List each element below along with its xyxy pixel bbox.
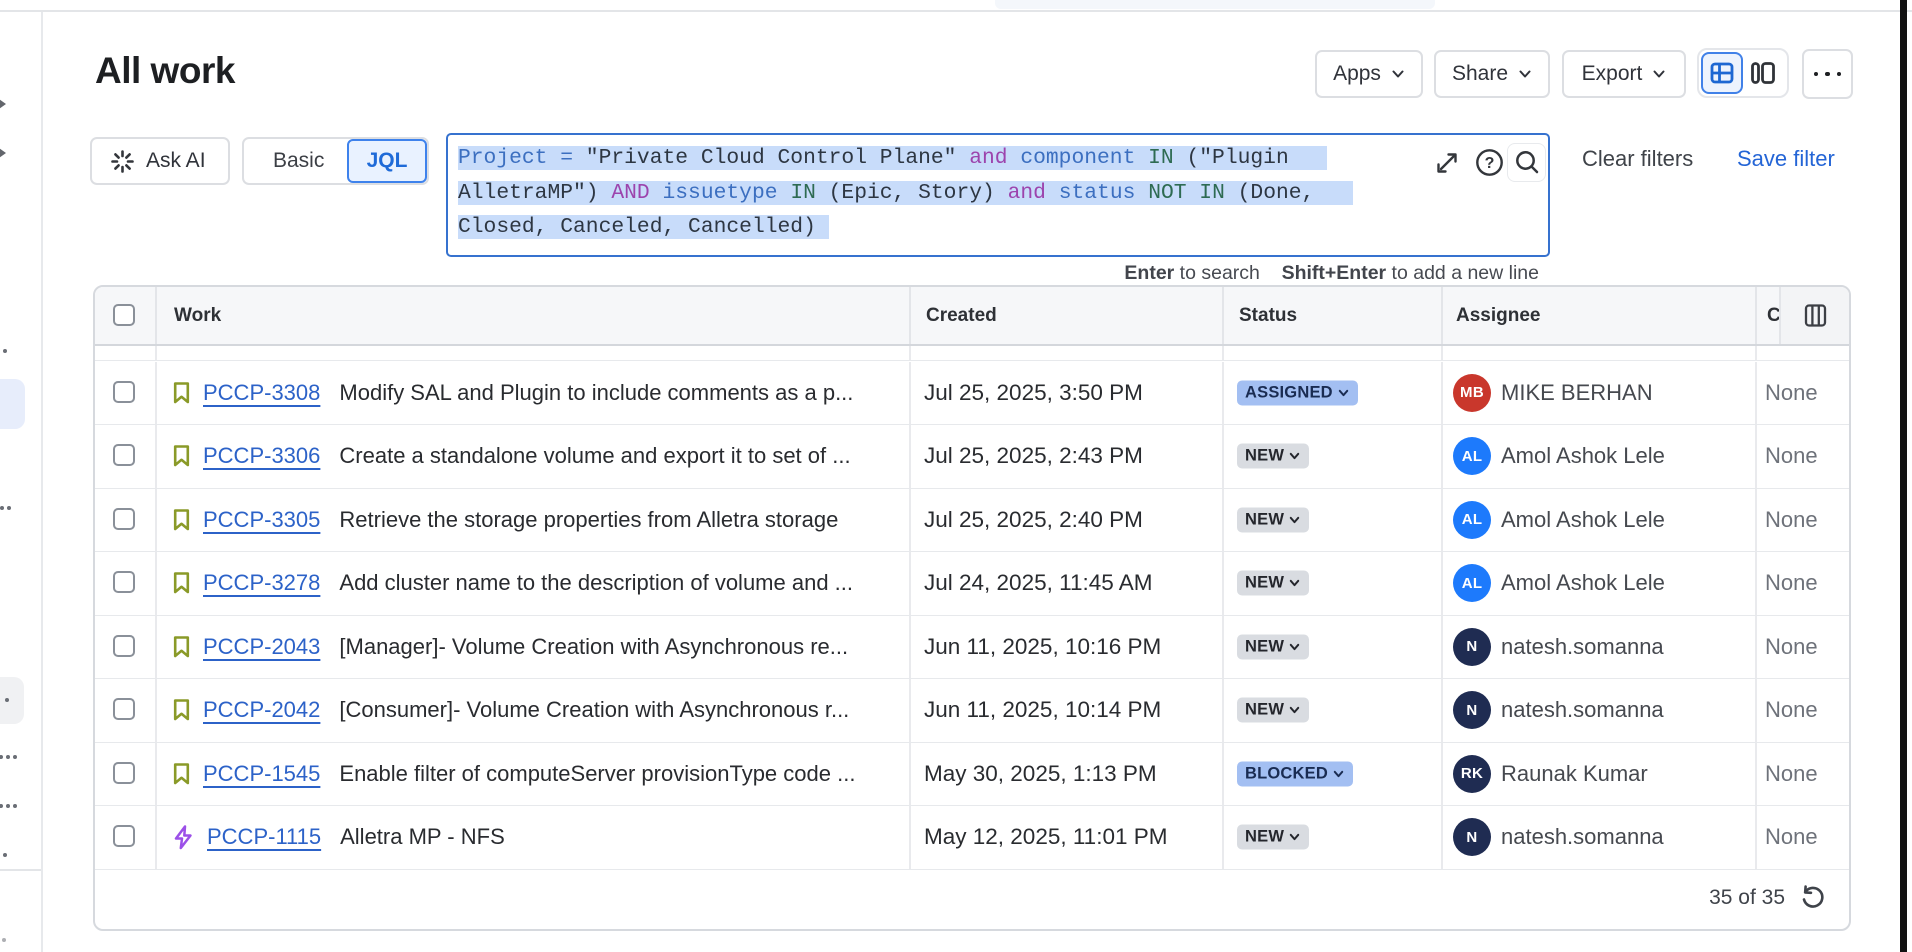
svg-text:?: ?	[1485, 155, 1495, 172]
